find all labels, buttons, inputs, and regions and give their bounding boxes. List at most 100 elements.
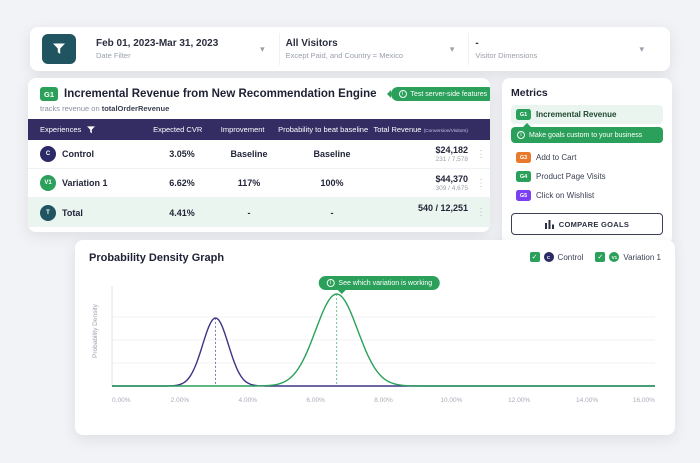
experience-name: Variation 1 — [62, 178, 108, 188]
segment-filter-value: All Visitors — [285, 38, 338, 49]
goals-tooltip: i Make goals custom to your business — [511, 123, 663, 143]
goal-badge: G1 — [516, 109, 531, 120]
chevron-down-icon: ▾ — [260, 43, 265, 54]
subtitle-prefix: tracks revenue on — [40, 104, 100, 113]
svg-text:12.00%: 12.00% — [508, 397, 530, 404]
experience-name: Control — [62, 149, 94, 159]
dimensions-filter-value: - — [475, 38, 479, 49]
experience-badge: T — [40, 204, 56, 221]
legend-label-variation-1: Variation 1 — [623, 252, 661, 262]
legend-badge-control: C — [543, 252, 554, 262]
metric-item-click-on-wishlist[interactable]: G5 Click on Wishlist — [511, 186, 663, 205]
metrics-title: Metrics — [511, 87, 548, 99]
report-card: G1 Incremental Revenue from New Recommen… — [28, 78, 490, 232]
report-subtitle: tracks revenue on totalOrderRevenue — [40, 104, 478, 113]
dimensions-filter-label: Visitor Dimensions — [475, 51, 538, 60]
chevron-down-icon: ▾ — [639, 43, 645, 54]
revenue-cell: 540 / 12,251 — [417, 203, 468, 213]
dimensions-filter-dropdown[interactable]: - Visitor Dimensions ▾ — [469, 33, 658, 65]
metric-label: Incremental Revenue — [536, 110, 617, 119]
expected-cvr-cell: 6.62% — [169, 178, 195, 188]
report-title: Incremental Revenue from New Recommendat… — [64, 88, 377, 100]
date-filter-label: Date Filter — [96, 51, 131, 60]
expected-cvr-cell: 4.41% — [169, 207, 195, 218]
metrics-panel: Metrics G1 Incremental Revenue i Make go… — [502, 78, 672, 245]
metric-name: totalOrderRevenue — [101, 104, 170, 113]
compare-goals-label: COMPARE GOALS — [558, 219, 630, 229]
experience-name: Total — [62, 207, 83, 218]
goal-badge: G4 — [516, 171, 531, 182]
server-side-callout[interactable]: i Test server-side features — [390, 87, 490, 101]
svg-text:8.00%: 8.00% — [374, 397, 393, 404]
info-icon: i — [398, 90, 407, 98]
legend-item-control[interactable]: ✓ C Control — [529, 252, 584, 262]
filter-button[interactable] — [42, 34, 76, 64]
column-header-revenue-suffix: (Conversion/Visitors) — [423, 129, 468, 134]
legend-label-control: Control — [557, 252, 584, 262]
date-filter-value: Feb 01, 2023-Mar 31, 2023 — [96, 38, 219, 49]
info-icon: i — [326, 279, 335, 287]
chevron-down-icon: ▾ — [449, 43, 455, 54]
probability-cell: 100% — [320, 178, 344, 188]
svg-text:16.00%: 16.00% — [633, 397, 655, 404]
compare-goals-button[interactable]: COMPARE GOALS — [511, 213, 663, 235]
chart-legend: ✓ C Control ✓ V1 Variation 1 — [529, 252, 661, 262]
svg-text:0.00%: 0.00% — [112, 397, 131, 404]
funnel-icon — [53, 43, 65, 54]
metric-item-product-page-visits[interactable]: G4 Product Page Visits — [511, 167, 663, 186]
expected-cvr-cell: 3.05% — [169, 149, 195, 159]
column-header-expected-cvr: Expected CVR — [153, 125, 203, 134]
density-plot-area: 0.00% 2.00% 4.00% 6.00% 8.00% 10.00% 12.00% 14.… — [102, 276, 661, 408]
row-menu-button[interactable]: ⋮ — [472, 178, 490, 189]
chart-annotation: i See which variation is working — [318, 276, 441, 294]
column-header-improvement: Improvement — [220, 125, 265, 134]
column-filter-icon[interactable] — [87, 125, 96, 134]
segment-filter-dropdown[interactable]: All Visitors Except Paid, and Country = … — [280, 33, 470, 65]
filter-bar: Feb 01, 2023-Mar 31, 2023 Date Filter ▾ … — [30, 27, 670, 71]
column-header-total-revenue: Total Revenue (Conversion/Visitors) — [373, 125, 468, 134]
goals-tooltip-label: Make goals custom to your business — [529, 131, 643, 139]
improvement-cell: - — [247, 207, 251, 218]
table-header-row: Experiences Expected CVR Improvement Pro… — [28, 119, 490, 140]
table-row-variation-1: V1 Variation 1 6.62% 117% 100% $44,370 3… — [28, 169, 490, 198]
server-side-callout-label: Test server-side features — [410, 90, 488, 98]
experience-badge: C — [40, 146, 56, 162]
goal-badge: G3 — [516, 152, 531, 163]
row-menu-button[interactable]: ⋮ — [472, 207, 490, 218]
svg-text:10.00%: 10.00% — [440, 397, 462, 404]
chart-card: Probability Density Graph ✓ C Control ✓ … — [75, 240, 675, 435]
row-menu-button[interactable]: ⋮ — [472, 149, 490, 160]
svg-text:4.00%: 4.00% — [239, 397, 258, 404]
goal-badge: G5 — [516, 190, 531, 201]
bar-chart-icon — [544, 219, 554, 229]
improvement-cell: Baseline — [230, 149, 268, 159]
metric-label: Click on Wishlist — [536, 191, 595, 200]
metric-item-incremental-revenue[interactable]: G1 Incremental Revenue — [511, 105, 663, 124]
info-icon: i — [517, 131, 525, 139]
table-row-total: T Total 4.41% - - 540 / 12,251 ⋮ — [28, 198, 490, 227]
goal-badge: G1 — [40, 87, 58, 101]
revenue-cell: $44,370 309 / 4,675 — [435, 173, 468, 192]
experience-badge: V1 — [40, 175, 56, 191]
metric-label: Add to Cart — [536, 153, 577, 162]
legend-badge-variation-1: V1 — [609, 252, 620, 262]
metric-label: Product Page Visits — [536, 172, 606, 181]
chart-annotation-label: See which variation is working — [338, 279, 433, 287]
svg-text:2.00%: 2.00% — [171, 397, 190, 404]
chart-title: Probability Density Graph — [89, 252, 225, 264]
svg-text:14.00%: 14.00% — [576, 397, 598, 404]
y-axis-label: Probability Density — [92, 304, 99, 358]
svg-text:6.00%: 6.00% — [306, 397, 325, 404]
checkbox-checked-icon[interactable]: ✓ — [595, 252, 606, 262]
metric-item-add-to-cart[interactable]: G3 Add to Cart — [511, 148, 663, 167]
density-chart-svg: 0.00% 2.00% 4.00% 6.00% 8.00% 10.00% 12.00% 14.… — [111, 286, 655, 404]
revenue-cell: $24,182 231 / 7,578 — [435, 144, 468, 163]
probability-cell: - — [330, 207, 334, 218]
date-filter-dropdown[interactable]: Feb 01, 2023-Mar 31, 2023 Date Filter ▾ — [90, 33, 280, 65]
improvement-cell: 117% — [237, 178, 261, 188]
probability-cell: Baseline — [313, 149, 351, 159]
column-header-probability: Probability to beat baseline — [278, 125, 369, 134]
checkbox-checked-icon[interactable]: ✓ — [529, 252, 540, 262]
segment-filter-label: Except Paid, and Country = Mexico — [285, 51, 404, 60]
legend-item-variation-1[interactable]: ✓ V1 Variation 1 — [595, 252, 661, 262]
